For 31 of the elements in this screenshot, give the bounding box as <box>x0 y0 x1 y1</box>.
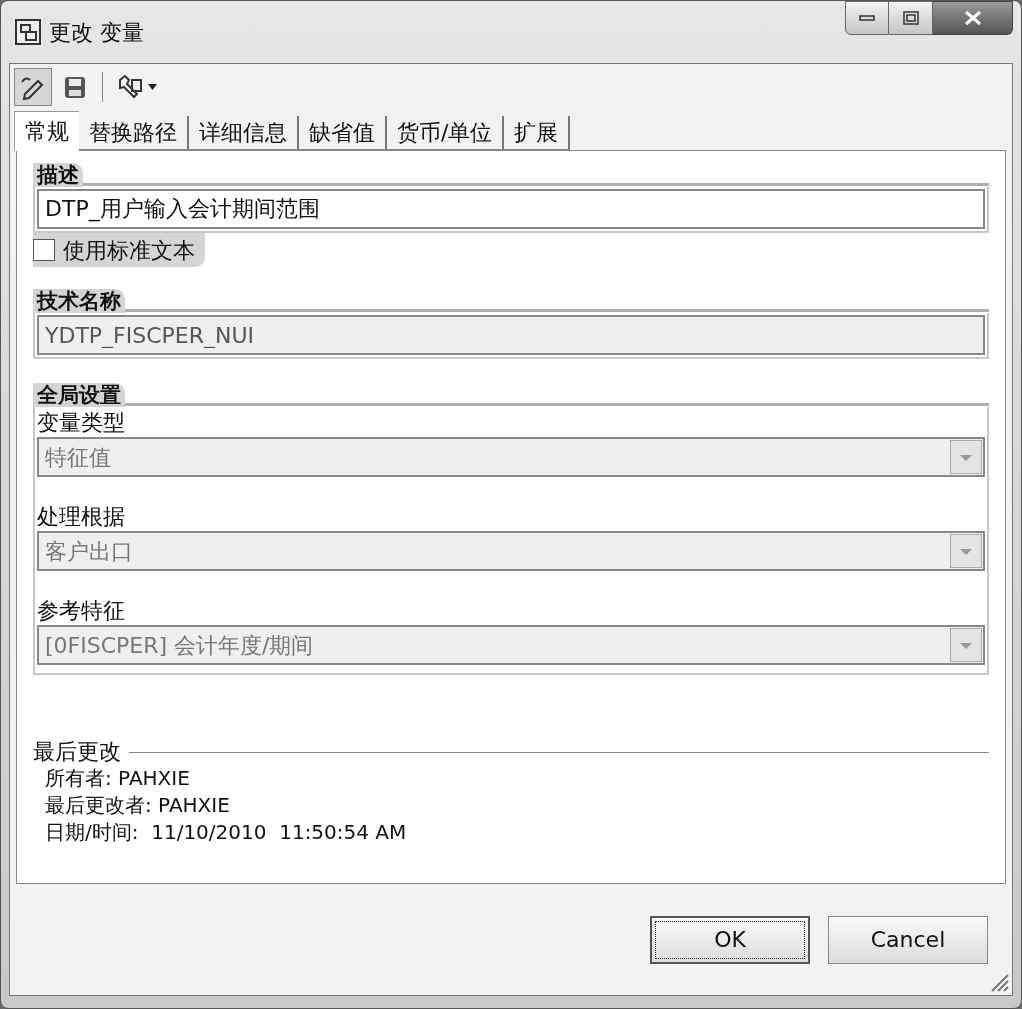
minimize-icon <box>859 15 875 21</box>
window-title: 更改 变量 <box>49 18 144 47</box>
info-text: 最后更改者: PAHXIE <box>44 792 231 819</box>
minimize-button[interactable] <box>845 1 889 35</box>
close-button[interactable] <box>933 1 1013 35</box>
group-heading: 最后更改 <box>33 739 121 765</box>
info-text: 日期/时间: 11/10/2010 11:50:54 AM <box>44 819 408 846</box>
field-label: 变量类型 <box>37 409 126 437</box>
tab[interactable]: 常规 <box>14 111 79 151</box>
maximize-icon <box>902 11 919 25</box>
checkbox-label[interactable]: 使用标准文本 <box>33 233 205 267</box>
tab[interactable]: 缺省值 <box>299 116 387 150</box>
field-label: 参考特征 <box>37 597 126 625</box>
tab[interactable]: 替换路径 <box>79 116 189 150</box>
field-label: 处理根据 <box>37 503 126 531</box>
caret-icon <box>148 84 157 90</box>
tab[interactable]: 详细信息 <box>189 116 299 150</box>
app-icon <box>13 17 43 47</box>
info-text: 所有者: PAHXIE <box>44 765 191 792</box>
ok-button[interactable]: OK <box>650 915 810 964</box>
edit-button[interactable] <box>14 68 52 106</box>
tab[interactable]: 扩展 <box>504 116 571 150</box>
section-heading: 全局设置 <box>33 383 125 407</box>
tab[interactable]: 货币/单位 <box>387 116 505 150</box>
section-heading: 技术名称 <box>33 289 125 313</box>
text-field[interactable]: DTP_用户输入会计期间范围 <box>37 189 985 229</box>
checkbox[interactable] <box>33 239 55 261</box>
close-icon <box>963 10 982 26</box>
section-heading: 描述 <box>33 163 83 187</box>
cancel-button[interactable]: Cancel <box>828 915 988 964</box>
maximize-button[interactable] <box>889 1 933 35</box>
